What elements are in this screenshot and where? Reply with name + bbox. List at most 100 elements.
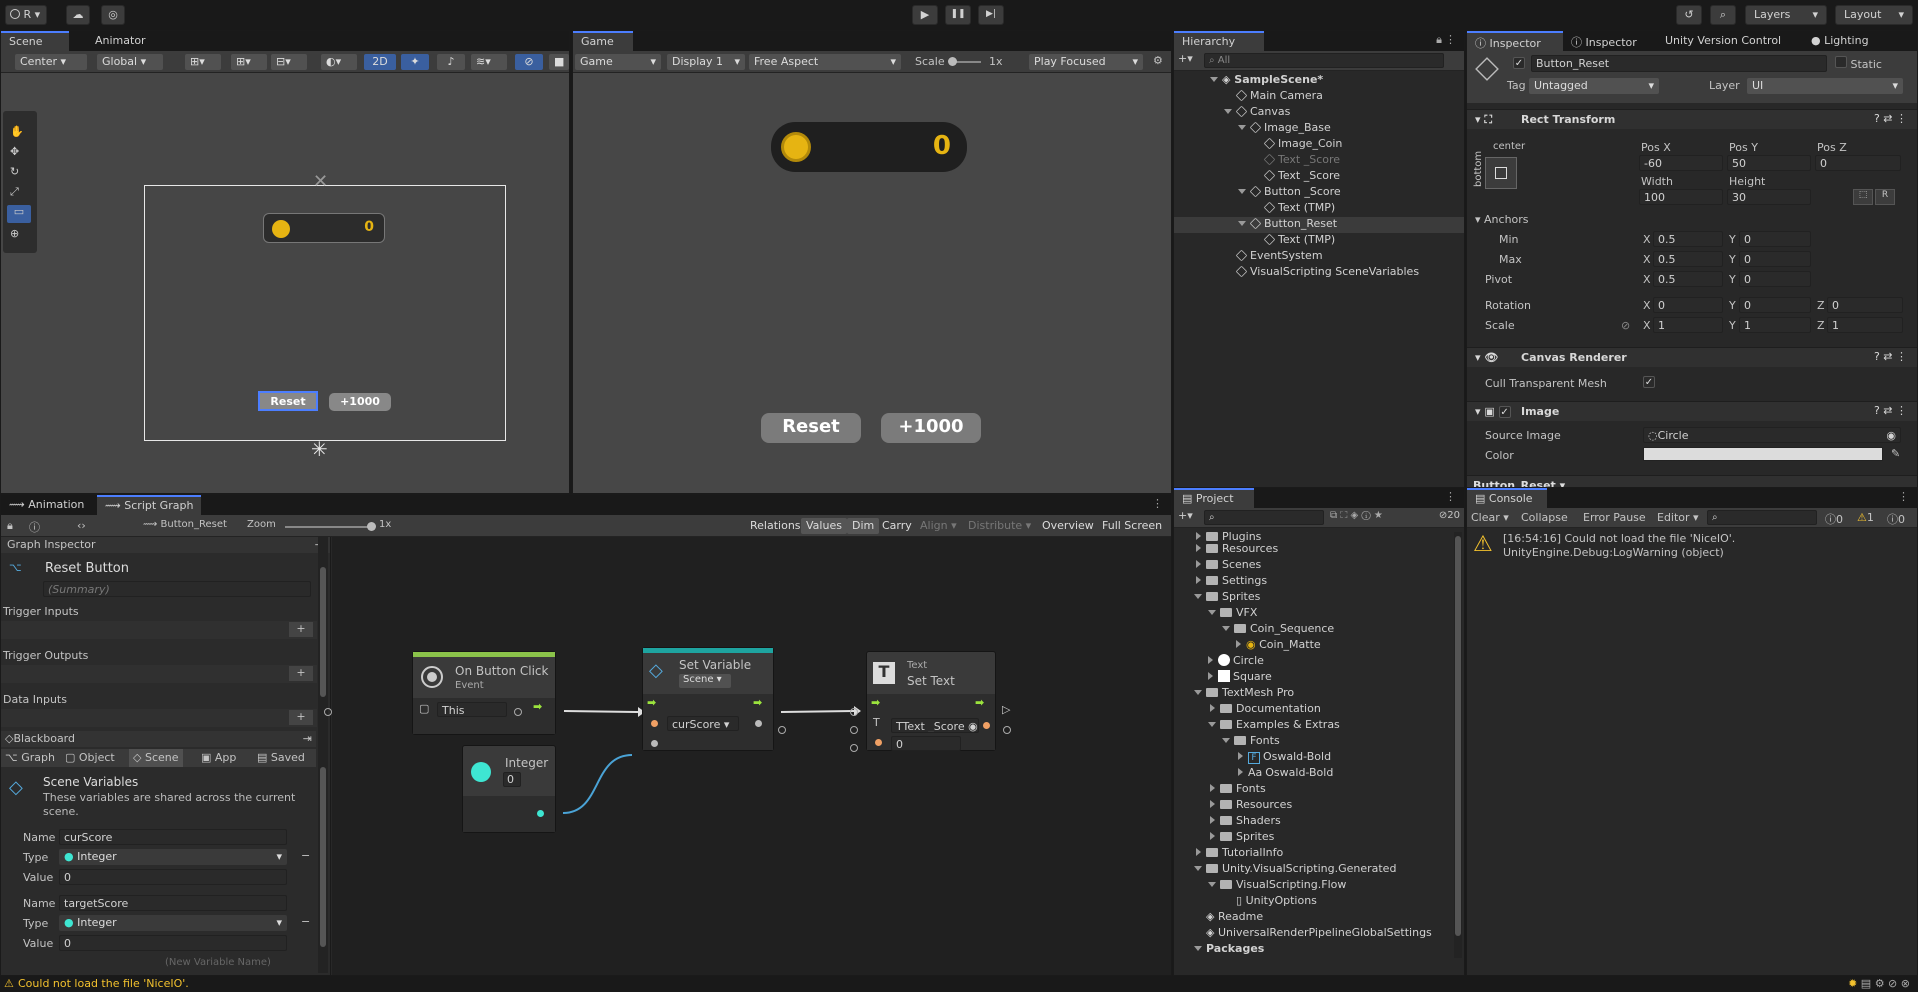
scene-view[interactable]: ✋ ✥ ↻ ⤢ ▭ ⊕ ✕ 0 Reset +1000 ✳: [1, 73, 569, 493]
eyedropper-icon[interactable]: ✎: [1891, 447, 1900, 460]
hierarchy-item[interactable]: Image_Coin: [1174, 137, 1464, 153]
scene-image-base[interactable]: 0: [263, 213, 385, 243]
flow-output-port[interactable]: ➡: [975, 696, 984, 709]
services-icon[interactable]: ◎: [101, 5, 125, 25]
breadcrumb[interactable]: ⟿ Button_Reset: [143, 519, 227, 530]
data-port-left[interactable]: [850, 726, 858, 734]
anchor-max-x[interactable]: 0.5: [1653, 251, 1723, 267]
hierarchy-item-selected[interactable]: Button_Reset: [1174, 217, 1464, 233]
project-item[interactable]: Sprites: [1174, 590, 1452, 606]
values-toggle[interactable]: Values: [801, 518, 847, 534]
menu-icon[interactable]: ⋮: [1445, 490, 1456, 503]
anchor-max-y[interactable]: 0: [1739, 251, 1811, 267]
project-search-input[interactable]: ⌕: [1204, 510, 1324, 525]
scale-slider[interactable]: [948, 57, 981, 66]
anchor-preset-button[interactable]: [1485, 157, 1517, 189]
set-text-node[interactable]: T Text Set Text ➡ ➡ T TText _Score ◉ 0: [866, 651, 996, 751]
project-item[interactable]: ◈ Readme: [1174, 910, 1452, 926]
value-input-port[interactable]: [875, 739, 882, 746]
menu-icon[interactable]: ⋮: [1898, 490, 1909, 503]
add-trigger-output-button[interactable]: +: [289, 666, 313, 681]
variable-kind-dropdown[interactable]: Scene ▾: [679, 674, 731, 688]
error-count-toggle[interactable]: ⓘ0: [1887, 511, 1905, 527]
add-icon[interactable]: +▾: [1178, 52, 1193, 65]
overview-button[interactable]: Overview: [1037, 518, 1099, 534]
color-field[interactable]: [1643, 447, 1883, 461]
rect-transform-header[interactable]: Rect Transform ▾ ⛶? ⇄ ⋮: [1467, 109, 1917, 129]
project-item[interactable]: ▯ UnityOptions: [1174, 894, 1452, 910]
project-item[interactable]: ◈ UniversalRenderPipelineGlobalSettings: [1174, 926, 1452, 942]
set-variable-node[interactable]: ◇ Set Variable Scene ▾ ➡ ➡ curScore ▾: [642, 647, 774, 751]
flow-input-port[interactable]: ➡: [871, 696, 880, 709]
tab-version-control[interactable]: Unity Version Control: [1657, 31, 1789, 51]
hierarchy-search-input[interactable]: ⌕ All: [1204, 53, 1444, 68]
value-output-port[interactable]: [755, 720, 762, 727]
carry-toggle[interactable]: Carry: [877, 518, 917, 534]
var1-value-field[interactable]: 0: [59, 869, 287, 885]
hierarchy-item[interactable]: Text _Score: [1174, 169, 1464, 185]
remove-var1-button[interactable]: −: [301, 849, 310, 862]
rotation-z[interactable]: 0: [1827, 297, 1903, 313]
account-dropdown[interactable]: R ▾: [5, 5, 47, 25]
project-item[interactable]: TutorialInfo: [1174, 846, 1452, 862]
hierarchy-item[interactable]: ◈ SampleScene*: [1174, 73, 1464, 89]
tab-animation[interactable]: ⟿ Animation: [1, 495, 92, 515]
project-item[interactable]: Documentation: [1174, 702, 1452, 718]
source-image-field[interactable]: ◌Circle ◉: [1643, 427, 1901, 443]
data-port-left[interactable]: [514, 708, 522, 716]
zoom-slider[interactable]: [285, 522, 376, 531]
tab-object-vars[interactable]: ▢ Object: [65, 751, 115, 764]
sidebar-scrollbar[interactable]: [318, 537, 328, 973]
raw-edit-button[interactable]: R: [1875, 189, 1895, 205]
summary-field[interactable]: (Summary): [43, 581, 311, 597]
rotation-y[interactable]: 0: [1739, 297, 1811, 313]
add-icon[interactable]: +▾: [1178, 509, 1193, 522]
hierarchy-item[interactable]: Main Camera: [1174, 89, 1464, 105]
dim-toggle[interactable]: Dim: [847, 518, 880, 534]
anchor-min-x[interactable]: 0.5: [1653, 231, 1723, 247]
add-trigger-input-button[interactable]: +: [289, 622, 313, 637]
menu-icon[interactable]: ⋮: [1445, 33, 1456, 46]
code-icon[interactable]: ‹›: [77, 519, 86, 532]
align-dropdown[interactable]: Align ▾: [915, 518, 962, 534]
data-port-right[interactable]: [778, 726, 786, 734]
pause-button[interactable]: ❚❚: [945, 5, 971, 25]
height-field[interactable]: 30: [1727, 189, 1811, 205]
grid-snap-dropdown[interactable]: ⊞▾: [185, 54, 221, 70]
data-port-right[interactable]: [1003, 726, 1011, 734]
editor-dropdown[interactable]: Editor ▾: [1657, 511, 1699, 524]
project-item[interactable]: Coin_Sequence: [1174, 622, 1452, 638]
game-plus-button[interactable]: +1000: [881, 413, 981, 443]
info-icon[interactable]: ⓘ: [29, 519, 40, 535]
tab-inspector-2[interactable]: ⓘ Inspector: [1563, 31, 1645, 51]
text-value-field[interactable]: 0: [891, 736, 961, 751]
project-item[interactable]: Fonts: [1174, 782, 1452, 798]
tab-saved-vars[interactable]: ▤ Saved: [257, 751, 305, 764]
data-input-port[interactable]: [324, 708, 332, 716]
debug-icon[interactable]: ⚙: [1153, 54, 1163, 67]
rect-tool-icon[interactable]: ▭: [7, 205, 31, 223]
project-item[interactable]: Resources: [1174, 542, 1452, 558]
project-item[interactable]: Shaders: [1174, 814, 1452, 830]
project-item[interactable]: Unity.VisualScripting.Generated: [1174, 862, 1452, 878]
integer-output-port[interactable]: [537, 810, 544, 817]
scale-tool-icon[interactable]: ⤢: [10, 185, 19, 199]
visibility-toggle[interactable]: ⊘: [515, 54, 543, 70]
width-field[interactable]: 100: [1639, 189, 1723, 205]
tab-animator[interactable]: Animator: [87, 31, 154, 51]
hierarchy-item[interactable]: Text (TMP): [1174, 201, 1464, 217]
active-checkbox[interactable]: ✓: [1513, 56, 1525, 69]
clear-dropdown[interactable]: Clear ▾: [1471, 511, 1509, 524]
cloud-icon[interactable]: ☁: [66, 5, 90, 25]
project-item[interactable]: VFX: [1174, 606, 1452, 622]
text-output-port[interactable]: [983, 722, 990, 729]
tab-project[interactable]: ▤ Project: [1174, 488, 1254, 508]
layout-dropdown[interactable]: Layout ▾: [1835, 5, 1913, 25]
image-header[interactable]: Image ▾ ▣ ✓? ⇄ ⋮: [1467, 401, 1917, 421]
effects-dropdown[interactable]: ≋▾: [471, 54, 507, 70]
data-port-left[interactable]: [850, 708, 858, 716]
canvas-renderer-header[interactable]: Canvas Renderer ▾ 👁︎? ⇄ ⋮: [1467, 347, 1917, 367]
project-item[interactable]: Scenes: [1174, 558, 1452, 574]
pos-x-field[interactable]: -60: [1639, 155, 1723, 171]
tag-dropdown[interactable]: Untagged ▾: [1529, 78, 1659, 94]
